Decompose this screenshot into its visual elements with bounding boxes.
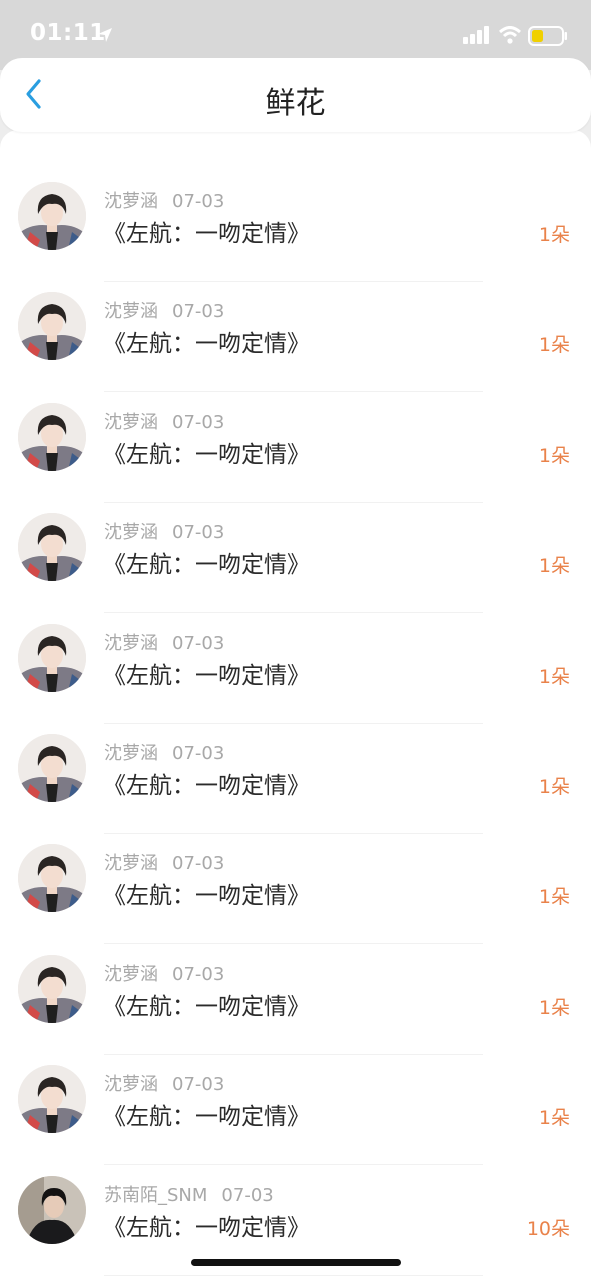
avatar[interactable] xyxy=(18,402,86,471)
list-item[interactable]: 沈萝涵 07-03 《左航：一吻定情》 1朵 xyxy=(0,614,591,724)
username[interactable]: 沈萝涵 xyxy=(104,191,158,212)
item-date: 07-03 xyxy=(172,191,225,212)
item-title[interactable]: 《左航：一吻定情》 xyxy=(103,766,310,800)
flower-count: 1朵 xyxy=(538,776,570,798)
item-meta: 沈萝涵 07-03 xyxy=(104,297,224,323)
flower-count: 1朵 xyxy=(538,555,570,578)
list-item[interactable]: 沈萝涵 07-03 《左航：一吻定情》 1朵 xyxy=(0,945,591,1055)
username[interactable]: 沈萝涵 xyxy=(104,522,158,543)
signal-icon xyxy=(463,26,491,48)
battery-icon xyxy=(528,26,568,50)
list-item[interactable]: 沈萝涵 07-03 《左航：一吻定情》 1朵 xyxy=(0,503,591,614)
flower-count: 1朵 xyxy=(538,996,570,1019)
item-meta: 沈萝涵 07-03 xyxy=(104,408,224,434)
avatar[interactable] xyxy=(18,182,86,250)
item-title[interactable]: 《左航：一吻定情》 xyxy=(103,435,310,469)
item-meta: 沈萝涵 07-03 xyxy=(104,849,224,875)
username[interactable]: 沈萝涵 xyxy=(104,853,158,874)
username[interactable]: 沈萝涵 xyxy=(104,964,158,985)
avatar[interactable] xyxy=(18,1175,86,1244)
item-title[interactable]: 《左航：一吻定情》 xyxy=(103,214,310,248)
list-item[interactable]: 沈萝涵 07-03 《左航：一吻定情》 1朵 xyxy=(0,282,591,393)
username[interactable]: 沈萝涵 xyxy=(104,1074,158,1095)
item-date: 07-03 xyxy=(172,632,225,654)
wifi-icon xyxy=(498,26,522,48)
item-title[interactable]: 《左航：一吻定情》 xyxy=(103,876,310,910)
flower-count: 1朵 xyxy=(538,886,570,909)
item-date: 07-03 xyxy=(172,963,225,985)
username[interactable]: 苏南陌_SNM xyxy=(104,1185,207,1206)
location-arrow-icon xyxy=(96,26,114,48)
item-date: 07-03 xyxy=(172,411,225,433)
divider xyxy=(104,1274,483,1276)
username[interactable]: 沈萝涵 xyxy=(104,743,158,764)
item-date: 07-03 xyxy=(221,1184,274,1206)
flower-count: 1朵 xyxy=(538,1107,570,1130)
status-time: 01:11 xyxy=(30,20,106,46)
avatar[interactable] xyxy=(18,623,86,692)
avatar[interactable] xyxy=(18,1065,86,1134)
avatar[interactable] xyxy=(18,292,86,361)
item-date: 07-03 xyxy=(172,1074,225,1096)
avatar[interactable] xyxy=(18,734,86,802)
flower-count: 1朵 xyxy=(538,444,570,467)
item-meta: 沈萝涵 07-03 xyxy=(104,739,224,765)
item-title[interactable]: 《左航：一吻定情》 xyxy=(103,987,310,1021)
flower-count: 1朵 xyxy=(538,224,570,246)
list-item[interactable]: 沈萝涵 07-03 《左航：一吻定情》 1朵 xyxy=(0,834,591,945)
item-title[interactable]: 《左航：一吻定情》 xyxy=(103,656,310,690)
item-date: 07-03 xyxy=(172,522,225,544)
avatar[interactable] xyxy=(18,844,86,913)
flower-count: 10朵 xyxy=(526,1217,570,1240)
list-item[interactable]: 沈萝涵 07-03 《左航：一吻定情》 1朵 xyxy=(0,393,591,503)
username[interactable]: 沈萝涵 xyxy=(104,301,158,322)
item-meta: 苏南陌_SNM 07-03 xyxy=(104,1181,274,1207)
item-title[interactable]: 《左航：一吻定情》 xyxy=(103,324,310,358)
item-meta: 沈萝涵 07-03 xyxy=(104,187,224,213)
item-meta: 沈萝涵 07-03 xyxy=(104,629,224,655)
item-meta: 沈萝涵 07-03 xyxy=(104,1070,224,1096)
home-indicator[interactable] xyxy=(191,1259,401,1266)
item-title[interactable]: 《左航：一吻定情》 xyxy=(103,1097,310,1131)
flower-count: 1朵 xyxy=(538,334,570,357)
item-meta: 沈萝涵 07-03 xyxy=(104,960,224,986)
item-meta: 沈萝涵 07-03 xyxy=(104,518,224,544)
flower-count: 1朵 xyxy=(538,665,570,688)
item-date: 07-03 xyxy=(172,853,225,875)
item-title[interactable]: 《左航：一吻定情》 xyxy=(103,545,310,579)
list-item[interactable]: 沈萝涵 07-03 《左航：一吻定情》 1朵 xyxy=(0,172,591,282)
username[interactable]: 沈萝涵 xyxy=(104,633,158,654)
item-date: 07-03 xyxy=(172,301,225,323)
item-title[interactable]: 《左航：一吻定情》 xyxy=(103,1208,310,1242)
list-item[interactable]: 沈萝涵 07-03 《左航：一吻定情》 1朵 xyxy=(0,724,591,834)
username[interactable]: 沈萝涵 xyxy=(104,412,158,433)
page-title: 鲜花 xyxy=(265,86,326,121)
avatar[interactable] xyxy=(18,954,86,1023)
flower-list[interactable]: 沈萝涵 07-03 《左航：一吻定情》 1朵 沈萝涵 07-03 《左航：一吻定情》 1朵 沈萝… xyxy=(0,130,591,1280)
nav-bar: 鲜花 xyxy=(0,58,591,132)
item-date: 07-03 xyxy=(172,743,225,764)
list-item[interactable]: 沈萝涵 07-03 《左航：一吻定情》 1朵 xyxy=(0,1055,591,1166)
avatar[interactable] xyxy=(18,513,86,582)
